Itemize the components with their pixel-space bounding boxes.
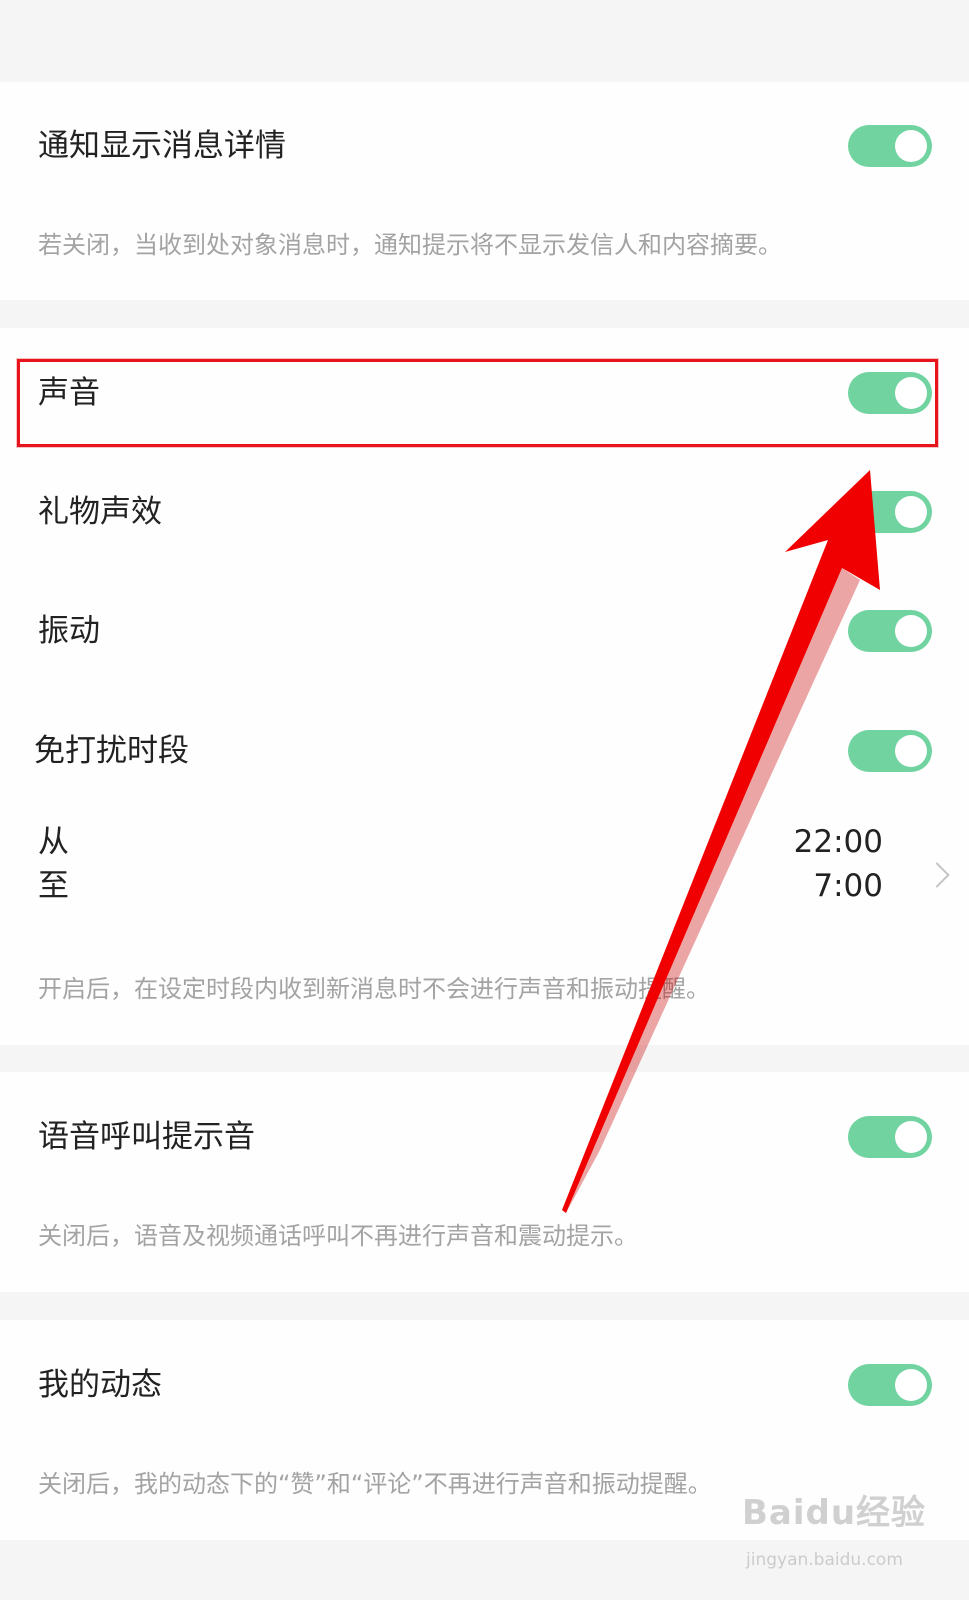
notification-detail-label: 通知显示消息详情 xyxy=(38,128,286,164)
dnd-to-value: 7:00 xyxy=(813,868,883,904)
dnd-to-label: 至 xyxy=(38,868,69,904)
toggle-knob xyxy=(895,496,927,528)
my-moments-description: 关闭后，我的动态下的“赞”和“评论”不再进行声音和振动提醒。 xyxy=(38,1470,712,1498)
dnd-from-label: 从 xyxy=(38,824,69,860)
notification-detail-description: 若关闭，当收到处对象消息时，通知提示将不显示发信人和内容摘要。 xyxy=(38,231,782,259)
notification-detail-toggle[interactable] xyxy=(848,125,932,167)
section-notification-detail xyxy=(0,82,969,300)
watermark-url: jingyan.baidu.com xyxy=(746,1550,903,1570)
section-voice-call xyxy=(0,1072,969,1292)
my-moments-toggle[interactable] xyxy=(848,1364,932,1406)
vibration-toggle[interactable] xyxy=(848,610,932,652)
sound-row-highlight xyxy=(17,359,938,447)
toggle-knob xyxy=(895,1121,927,1153)
dnd-toggle[interactable] xyxy=(848,730,932,772)
dnd-time-range[interactable]: 从 22:00 至 7:00 xyxy=(0,815,969,915)
dnd-description: 开启后，在设定时段内收到新消息时不会进行声音和振动提醒。 xyxy=(38,975,710,1003)
voice-call-tone-toggle[interactable] xyxy=(848,1116,932,1158)
toggle-knob xyxy=(895,1369,927,1401)
toggle-knob xyxy=(895,130,927,162)
voice-call-tone-label: 语音呼叫提示音 xyxy=(38,1119,255,1155)
dnd-label: 免打扰时段 xyxy=(34,733,189,769)
watermark-logo: Baidu经验 xyxy=(742,1493,927,1533)
dnd-from-value: 22:00 xyxy=(793,824,883,860)
gift-sound-label: 礼物声效 xyxy=(38,494,162,530)
my-moments-label: 我的动态 xyxy=(38,1367,162,1403)
toggle-knob xyxy=(895,735,927,767)
toggle-knob xyxy=(895,615,927,647)
voice-call-tone-description: 关闭后，语音及视频通话呼叫不再进行声音和震动提示。 xyxy=(38,1222,638,1250)
vibration-label: 振动 xyxy=(38,613,100,649)
gift-sound-toggle[interactable] xyxy=(848,491,932,533)
